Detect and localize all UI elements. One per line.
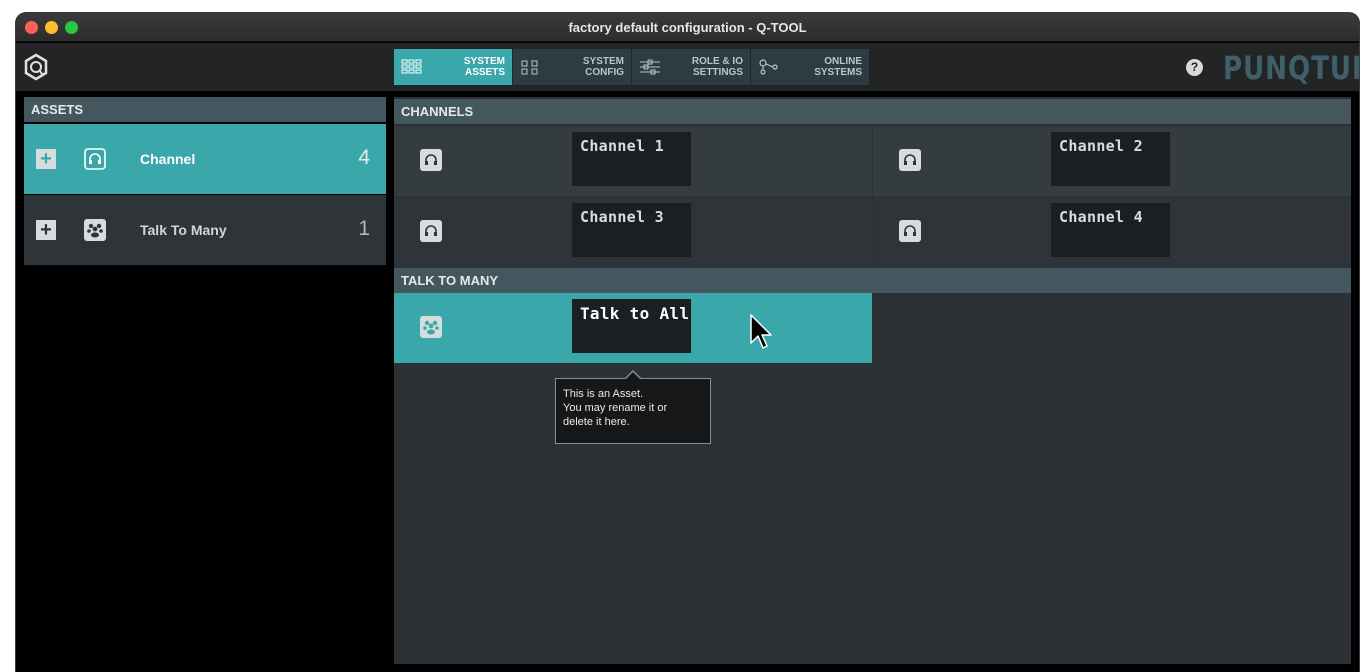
add-channel-button[interactable]: + xyxy=(36,149,56,169)
channel-name-field[interactable]: Channel 2 xyxy=(1051,132,1170,186)
tab-role-io-settings-label: ROLE & IO SETTINGS xyxy=(691,56,743,78)
channel-name-field[interactable]: Channel 3 xyxy=(572,203,691,257)
network-icon xyxy=(759,59,778,75)
mouse-cursor-icon xyxy=(750,314,772,349)
tab-online-systems[interactable]: ONLINE SYSTEMS xyxy=(751,49,869,85)
tab-role-io-settings[interactable]: ROLE & IO SETTINGS xyxy=(632,49,750,85)
tooltip-line: delete it here. xyxy=(563,416,630,428)
talk-to-many-header: TALK TO MANY xyxy=(394,268,1351,293)
tab-system-config-label: SYSTEM CONFIG xyxy=(582,56,624,78)
sliders-icon xyxy=(640,59,660,75)
group-icon xyxy=(420,316,442,338)
channel-name-field[interactable]: Channel 4 xyxy=(1051,203,1170,257)
talk-to-many-asset[interactable]: Talk to All xyxy=(394,293,872,363)
talk-to-many-name-field[interactable]: Talk to All xyxy=(572,299,691,353)
add-talk-to-many-button[interactable]: + xyxy=(36,220,56,240)
headset-icon xyxy=(420,149,442,171)
asset-count: 1 xyxy=(358,217,370,240)
asset-count: 4 xyxy=(358,146,370,169)
brand-logo: PUNQTUM xyxy=(1223,49,1359,87)
headset-icon xyxy=(420,220,442,242)
assets-panel: ASSETS + Channel 4 + Talk To Many 1 xyxy=(24,97,386,672)
channel-asset[interactable]: Channel 2 xyxy=(873,126,1351,196)
channel-asset[interactable]: Channel 4 xyxy=(873,197,1351,267)
headset-icon xyxy=(899,149,921,171)
channel-asset[interactable]: Channel 3 xyxy=(394,197,872,267)
channel-asset[interactable]: Channel 1 xyxy=(394,126,872,196)
app-logo-icon[interactable] xyxy=(22,53,50,81)
channels-header: CHANNELS xyxy=(394,99,1351,124)
tooltip-line: You may rename it or xyxy=(563,402,668,414)
tab-online-systems-label: ONLINE SYSTEMS xyxy=(814,56,862,78)
tab-system-assets-label: SYSTEM ASSETS xyxy=(463,56,505,78)
tab-system-config[interactable]: SYSTEM CONFIG xyxy=(513,49,631,85)
group-icon xyxy=(84,219,106,241)
channel-name-field[interactable]: Channel 1 xyxy=(572,132,691,186)
tab-system-assets[interactable]: SYSTEM ASSETS xyxy=(394,49,512,85)
tooltip-line: This is an Asset. xyxy=(563,388,644,400)
asset-list-panel: CHANNELS Channel 1 Channel 2 Channel 3 C… xyxy=(394,97,1351,664)
asset-tooltip: This is an Asset. You may rename it or d… xyxy=(555,378,711,444)
headset-icon xyxy=(899,220,921,242)
assets-header: ASSETS xyxy=(24,97,386,122)
asset-type-channel[interactable]: + Channel 4 xyxy=(24,124,386,194)
window-title: factory default configuration - Q-TOOL xyxy=(568,20,807,35)
grid-icon xyxy=(401,59,422,74)
help-icon[interactable]: ? xyxy=(1186,59,1203,76)
asset-type-name: Talk To Many xyxy=(140,222,227,238)
tooltip-arrow-fill xyxy=(626,372,640,379)
headset-icon xyxy=(84,148,106,170)
config-icon xyxy=(521,60,538,75)
main-toolbar: SYSTEM ASSETS SYSTEM CONFIG ROLE & IO SE… xyxy=(16,43,1359,91)
asset-type-talk-to-many[interactable]: + Talk To Many 1 xyxy=(24,195,386,265)
title-bar: factory default configuration - Q-TOOL xyxy=(16,13,1359,42)
asset-type-name: Channel xyxy=(140,151,196,167)
app-window: factory default configuration - Q-TOOL S… xyxy=(16,13,1359,672)
